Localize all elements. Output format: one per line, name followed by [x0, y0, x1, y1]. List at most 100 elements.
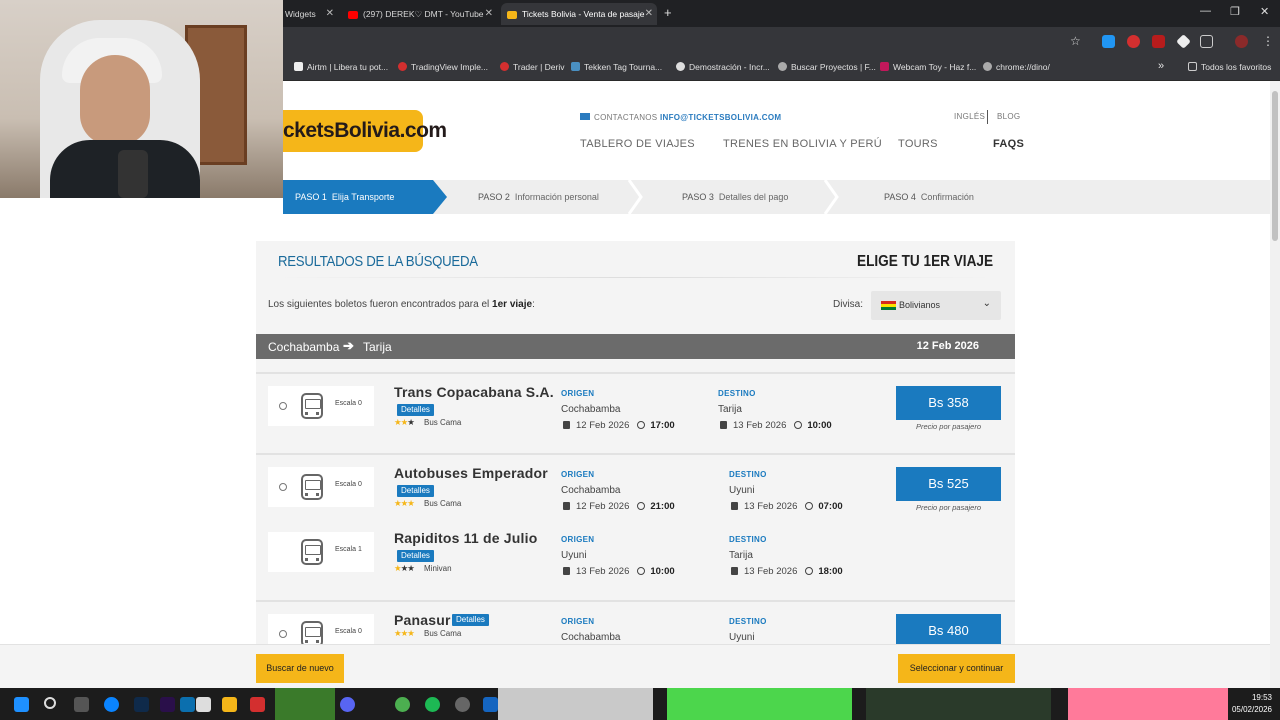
progress-steps: PASO 1 Elija Transporte PASO 2 Información… — [283, 180, 1270, 214]
extension-icon[interactable] — [1102, 35, 1115, 48]
close-window-icon[interactable]: ✕ — [1260, 5, 1269, 18]
price-button[interactable]: Bs 480 — [896, 614, 1001, 648]
system-clock[interactable]: 19:53 05/02/2026 — [1232, 692, 1272, 716]
star-bookmark-icon[interactable]: ☆ — [1070, 34, 1081, 48]
details-button[interactable]: Detalles — [452, 614, 489, 626]
folder-icon[interactable] — [222, 697, 237, 712]
calendar-icon — [563, 567, 570, 575]
premiere-icon[interactable] — [160, 697, 175, 712]
store-icon[interactable] — [196, 697, 211, 712]
minimize-icon[interactable]: — — [1200, 5, 1211, 17]
bookmark-item[interactable]: TradingView Imple... — [398, 62, 488, 72]
close-tab-icon[interactable]: ✕ — [645, 3, 653, 25]
all-bookmarks[interactable]: Todos los favoritos — [1188, 62, 1271, 72]
chrome-icon[interactable] — [395, 697, 410, 712]
incredibuild-icon — [676, 62, 685, 71]
results-title: RESULTADOS DE LA BÚSQUEDA — [278, 253, 478, 270]
bookmark-item[interactable]: Tekken Tag Tourna... — [571, 62, 662, 72]
site-logo[interactable]: cketsBolivia.com — [283, 110, 447, 152]
extension-icon[interactable] — [1176, 34, 1191, 49]
app-thumbnail[interactable] — [667, 688, 852, 720]
bookmark-item[interactable]: Demostración - Incr... — [676, 62, 770, 72]
app-thumbnail[interactable] — [275, 688, 335, 720]
nav-tours[interactable]: TOURS — [898, 138, 938, 150]
windows-start-icon[interactable] — [14, 697, 29, 712]
nav-faqs[interactable]: FAQS — [993, 138, 1024, 150]
search-icon[interactable] — [44, 697, 56, 709]
bookmark-item[interactable]: Airtm | Libera tu pot... — [294, 62, 388, 72]
step-number: PASO 4 — [884, 192, 916, 202]
tab-label: (297) DEREK♡ DMT - YouTube — [363, 9, 484, 19]
close-tab-icon[interactable]: ✕ — [485, 3, 493, 25]
departure-datetime: 12 Feb 2026 21:00 — [563, 501, 675, 512]
details-button[interactable]: Detalles — [397, 485, 434, 497]
destination-city: Uyuni — [729, 632, 755, 643]
puzzle-icon[interactable] — [1200, 35, 1213, 48]
extension-icon[interactable] — [1152, 35, 1165, 48]
price-button[interactable]: Bs 525 — [896, 467, 1001, 501]
spotify-icon[interactable] — [425, 697, 440, 712]
app-thumbnail[interactable] — [866, 688, 1051, 720]
edge-icon[interactable] — [104, 697, 119, 712]
select-continue-button[interactable]: Seleccionar y continuar — [898, 654, 1015, 683]
bus-icon — [301, 474, 323, 500]
calendar-icon — [731, 502, 738, 510]
bookmark-label: Buscar Proyectos | F... — [791, 62, 876, 72]
app-icon[interactable] — [74, 697, 89, 712]
photoshop-icon[interactable] — [134, 697, 149, 712]
app-thumbnail[interactable] — [1068, 688, 1228, 720]
origin-label: ORIGEN — [561, 470, 595, 479]
step-number: PASO 2 — [478, 192, 510, 202]
discord-icon[interactable] — [340, 697, 355, 712]
leg-bus: Escala 1 — [268, 532, 374, 572]
details-button[interactable]: Detalles — [397, 550, 434, 562]
close-tab-icon[interactable]: ✕ — [326, 3, 334, 25]
app-icon[interactable] — [455, 697, 470, 712]
new-tab-button[interactable]: + — [664, 2, 672, 24]
step-label: Confirmación — [920, 192, 974, 202]
profile-avatar[interactable] — [1235, 35, 1248, 48]
tab-widgets[interactable]: Widgets ✕ — [283, 3, 338, 25]
more-bookmarks-icon[interactable]: » — [1158, 60, 1164, 72]
maximize-icon[interactable]: ❐ — [1230, 5, 1240, 18]
arrow-right-icon: ➔ — [343, 338, 354, 353]
step-label: Información personal — [514, 192, 599, 202]
app-icon[interactable] — [180, 697, 195, 712]
select-option[interactable]: Escala 0 — [268, 386, 374, 426]
search-again-button[interactable]: Buscar de nuevo — [256, 654, 344, 683]
nav-trenes[interactable]: TRENES EN BOLIVIA Y PERÚ — [723, 138, 882, 150]
stops-label: Escala 0 — [335, 400, 362, 407]
tab-youtube[interactable]: (297) DEREK♡ DMT - YouTube ✕ — [342, 3, 497, 25]
app-thumbnail[interactable] — [498, 688, 653, 720]
page-scrollbar[interactable] — [1270, 81, 1280, 688]
details-button[interactable]: Detalles — [397, 404, 434, 416]
price-button[interactable]: Bs 358 — [896, 386, 1001, 420]
extension-icon[interactable] — [1127, 35, 1140, 48]
ticket-option: Escala 0 Trans Copacabana S.A. Detalles … — [256, 372, 1015, 453]
blog-link[interactable]: BLOG — [997, 112, 1020, 121]
trip-heading: ELIGE TU 1ER VIAJE — [856, 253, 993, 270]
bus-type: Bus Cama — [424, 418, 462, 427]
scroll-thumb[interactable] — [1272, 91, 1278, 241]
bookmark-item[interactable]: Trader | Deriv — [500, 62, 565, 72]
step-2: PASO 2 Información personal — [478, 180, 599, 214]
rating-stars: ★★★ — [394, 498, 415, 508]
app-icon[interactable] — [483, 697, 498, 712]
logo-text: cketsBolivia.com — [283, 119, 447, 142]
deriv-icon[interactable] — [250, 697, 265, 712]
option-radio[interactable] — [279, 630, 287, 638]
option-radio[interactable] — [279, 402, 287, 410]
tab-label: Widgets — [285, 9, 316, 19]
contact-email-link[interactable]: INFO@TICKETSBOLIVIA.COM — [660, 113, 781, 122]
bookmark-item[interactable]: Webcam Toy - Haz f... — [880, 62, 976, 72]
bookmark-item[interactable]: Buscar Proyectos | F... — [778, 62, 876, 72]
bookmark-item[interactable]: chrome://dino/ — [983, 62, 1050, 72]
currency-select[interactable]: Bolivianos ⌄ — [871, 291, 1001, 320]
tab-tickets-bolivia[interactable]: Tickets Bolivia - Venta de pasaje ✕ — [501, 3, 657, 25]
step-label: Elija Transporte — [331, 192, 395, 202]
option-radio[interactable] — [279, 483, 287, 491]
language-link[interactable]: INGLÉS — [954, 112, 985, 121]
select-option[interactable]: Escala 0 — [268, 467, 374, 507]
menu-dots-icon[interactable]: ⋮ — [1262, 34, 1274, 48]
nav-tablero-de-viajes[interactable]: TABLERO DE VIAJES — [580, 138, 695, 150]
